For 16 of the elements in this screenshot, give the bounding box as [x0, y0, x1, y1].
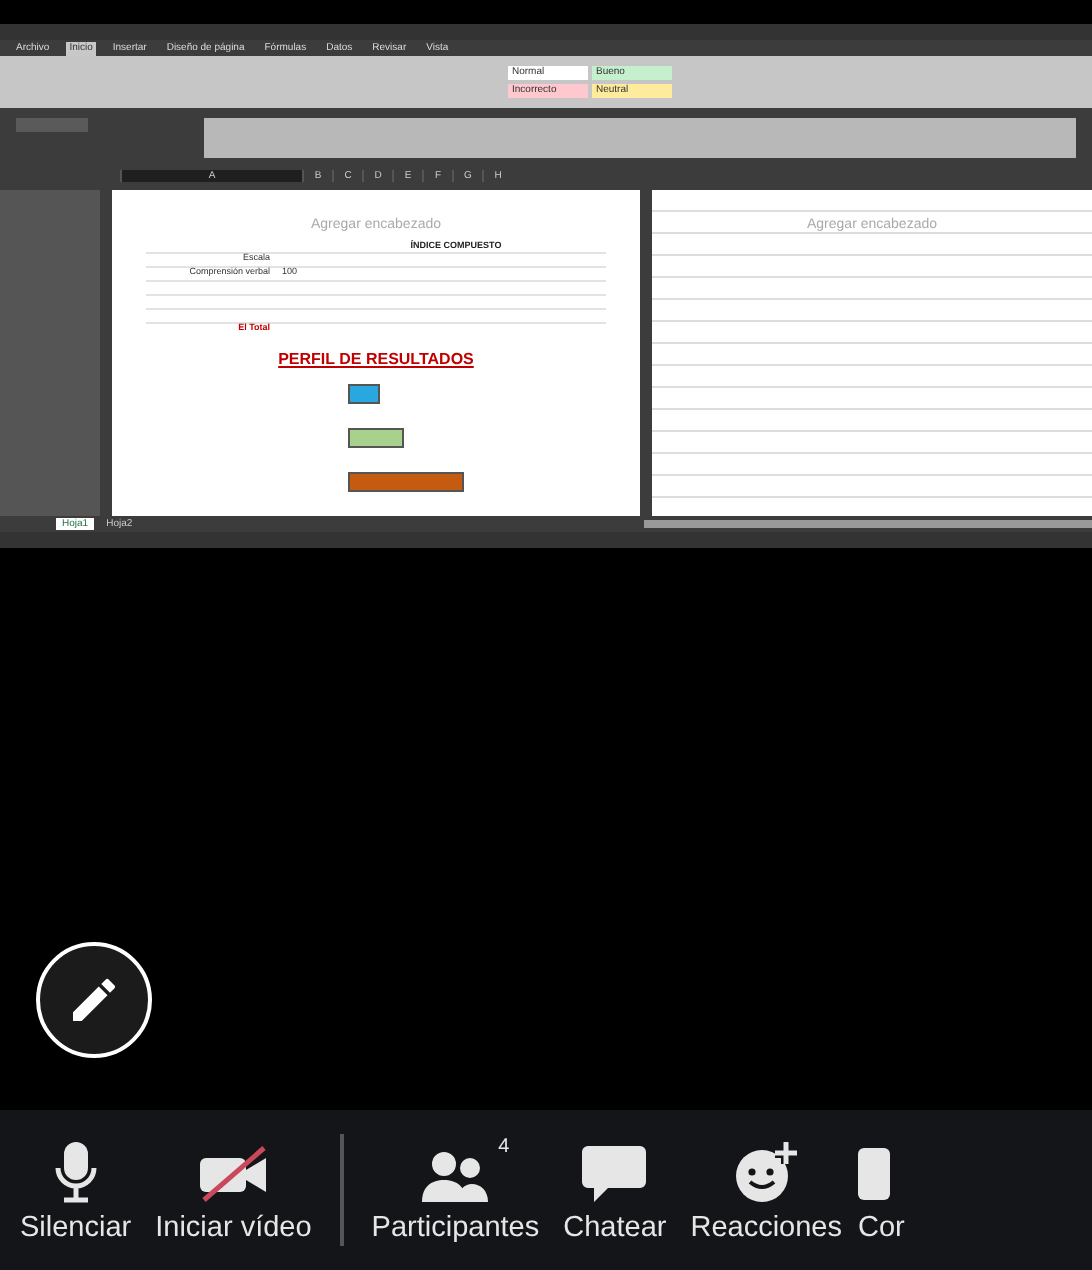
people-icon — [421, 1148, 490, 1204]
video-button[interactable]: Iniciar vídeo — [147, 1136, 320, 1244]
formula-bar[interactable] — [204, 118, 1076, 158]
section-title: PERFIL DE RESULTADOS — [278, 350, 474, 368]
reactions-button[interactable]: Reacciones — [682, 1136, 850, 1244]
chat-icon — [580, 1144, 649, 1204]
scrollbar[interactable] — [644, 520, 1092, 528]
chat-button[interactable]: Chatear — [555, 1136, 675, 1244]
participants-button[interactable]: 4 Participantes — [363, 1136, 548, 1244]
microphone-icon — [53, 1140, 98, 1204]
participant-count: 4 — [498, 1136, 510, 1158]
more-button[interactable]: Cor — [857, 1136, 905, 1244]
mute-button[interactable]: Silenciar — [12, 1136, 140, 1244]
video-off-icon — [197, 1144, 270, 1204]
name-box[interactable] — [16, 118, 88, 132]
smiley-plus-icon — [732, 1140, 801, 1204]
